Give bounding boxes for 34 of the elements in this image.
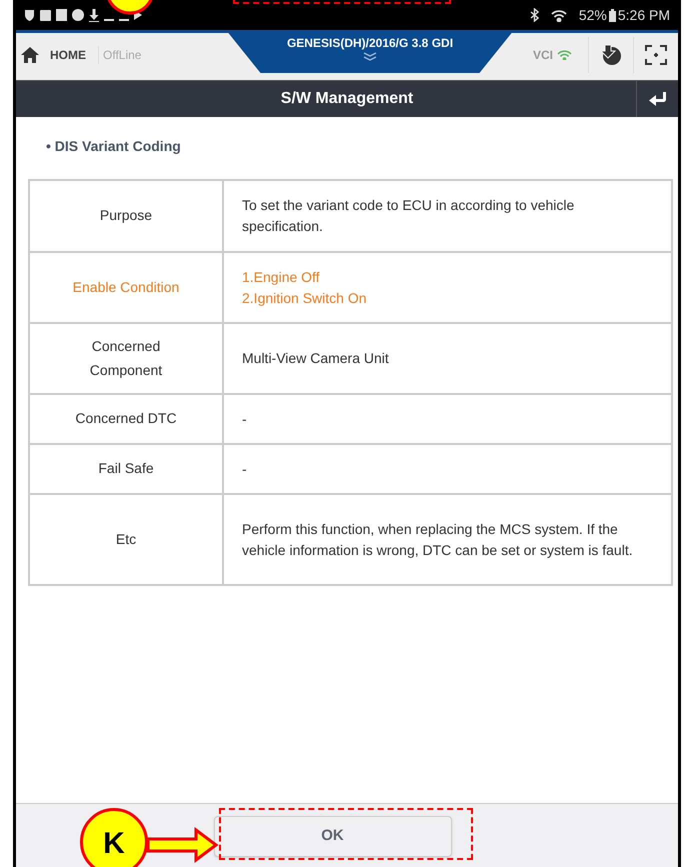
row-label: Concerned Component bbox=[90, 338, 162, 378]
back-icon bbox=[648, 91, 668, 107]
shield-icon bbox=[24, 8, 35, 22]
row-value: - bbox=[242, 460, 248, 478]
ok-button[interactable]: OK bbox=[214, 816, 452, 857]
fullscreen-icon bbox=[645, 45, 667, 65]
arrow-icon bbox=[146, 827, 220, 863]
row-value: - bbox=[242, 410, 248, 428]
chevron-down-icon bbox=[363, 52, 377, 61]
battery-percent: 52% bbox=[578, 6, 607, 24]
home-button[interactable]: HOME bbox=[20, 46, 86, 64]
row-label: Purpose bbox=[100, 207, 152, 223]
wifi-icon bbox=[550, 8, 567, 22]
vehicle-selector[interactable]: GENESIS(DH)/2016/G 3.8 GDI bbox=[226, 30, 514, 73]
alert-icon bbox=[72, 9, 84, 21]
row-label: Fail Safe bbox=[98, 460, 154, 476]
signal-icon bbox=[557, 50, 572, 60]
row-label: Concerned DTC bbox=[75, 410, 177, 426]
row-value: 1.Engine Off 2.Ignition Switch On bbox=[242, 268, 368, 308]
row-label: Enable Condition bbox=[72, 278, 180, 294]
battery-icon bbox=[608, 8, 616, 22]
row-label: Etc bbox=[116, 530, 136, 546]
connection-status: OffLine bbox=[98, 46, 142, 64]
row-value: Perform this function, when replacing the MCS system. If the vehicle information is wrong, DTC can be set or system is fault. bbox=[242, 520, 634, 560]
screen-title: S/W Management bbox=[280, 89, 414, 109]
house-icon bbox=[20, 46, 40, 64]
globe-download-icon bbox=[600, 44, 622, 66]
clock: 5:26 PM bbox=[618, 6, 670, 24]
vci-label: VCI bbox=[532, 47, 553, 64]
bluetooth-icon bbox=[530, 8, 539, 22]
row-value: Multi-View Camera Unit bbox=[242, 349, 390, 368]
section-heading: • DIS Variant Coding bbox=[46, 138, 181, 154]
row-value: To set the variant code to ECU in according to vehicle specification. bbox=[242, 196, 576, 236]
download-icon bbox=[89, 8, 99, 22]
